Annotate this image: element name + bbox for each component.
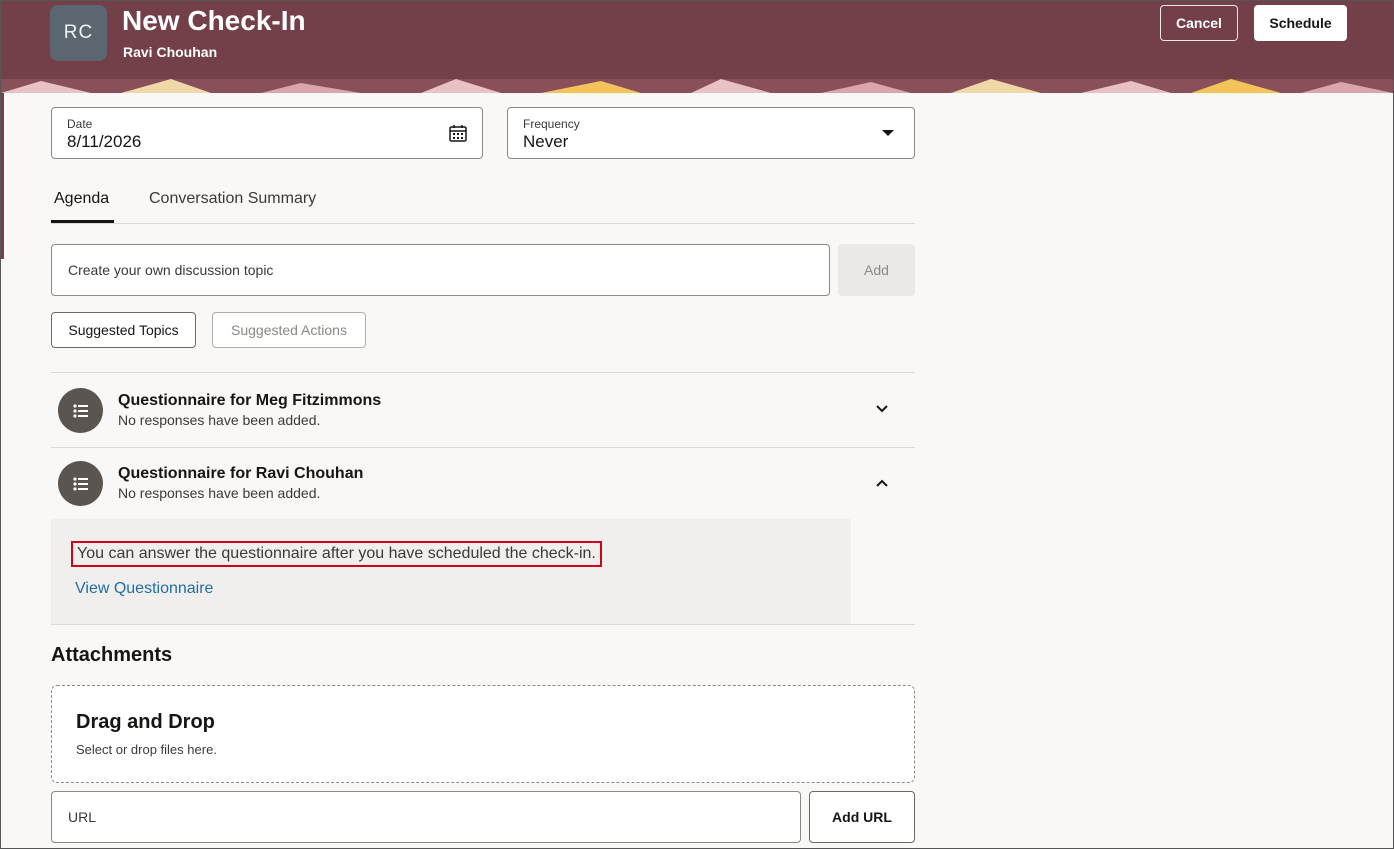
- cancel-button[interactable]: Cancel: [1160, 5, 1238, 41]
- questionnaire-note: You can answer the questionnaire after y…: [71, 541, 602, 567]
- suggested-actions-button[interactable]: Suggested Actions: [212, 312, 366, 348]
- avatar: RC: [50, 5, 107, 61]
- left-rail: [1, 93, 4, 259]
- chevron-down-icon[interactable]: [874, 401, 890, 417]
- caret-down-icon[interactable]: [882, 130, 894, 136]
- discussion-topic-input[interactable]: Create your own discussion topic: [51, 244, 830, 296]
- discussion-topic-placeholder: Create your own discussion topic: [68, 262, 274, 278]
- frequency-label: Frequency: [523, 117, 580, 131]
- schedule-button[interactable]: Schedule: [1254, 5, 1347, 41]
- frequency-value[interactable]: Never: [523, 132, 568, 152]
- add-url-button[interactable]: Add URL: [809, 791, 915, 843]
- tabs-divider: [51, 223, 915, 224]
- url-placeholder: URL: [68, 809, 97, 825]
- suggested-topics-button[interactable]: Suggested Topics: [51, 312, 196, 348]
- frequency-select[interactable]: Frequency Never: [507, 107, 915, 159]
- calendar-icon[interactable]: [448, 123, 468, 143]
- tab-agenda[interactable]: Agenda: [54, 190, 109, 208]
- file-dropzone[interactable]: Drag and Drop Select or drop files here.: [51, 685, 915, 783]
- url-input[interactable]: URL: [51, 791, 801, 843]
- attachments-heading: Attachments: [51, 644, 173, 666]
- questionnaire-title[interactable]: Questionnaire for Meg Fitzimmons: [118, 392, 381, 410]
- list-icon: [58, 388, 103, 433]
- tab-selected-indicator: [51, 220, 114, 223]
- add-topic-button[interactable]: Add: [838, 244, 915, 296]
- dropzone-subtitle: Select or drop files here.: [76, 742, 217, 757]
- page-subtitle: Ravi Chouhan: [123, 44, 218, 60]
- list-icon: [58, 461, 103, 506]
- date-field[interactable]: Date 8/11/2026: [51, 107, 483, 159]
- list-divider: [51, 624, 915, 625]
- tab-conversation-summary[interactable]: Conversation Summary: [149, 190, 316, 208]
- date-value[interactable]: 8/11/2026: [67, 132, 141, 152]
- page-title: New Check-In: [122, 5, 306, 36]
- questionnaire-status: No responses have been added.: [118, 412, 321, 428]
- questionnaire-title[interactable]: Questionnaire for Ravi Chouhan: [118, 465, 363, 483]
- list-divider: [51, 447, 915, 448]
- page-header: RC New Check-In Ravi Chouhan Cancel Sche…: [1, 1, 1393, 93]
- chevron-up-icon[interactable]: [874, 475, 890, 491]
- questionnaire-status: No responses have been added.: [118, 485, 321, 501]
- date-label: Date: [67, 117, 93, 131]
- view-questionnaire-link[interactable]: View Questionnaire: [75, 580, 213, 598]
- list-divider: [51, 372, 915, 373]
- dropzone-title: Drag and Drop: [76, 711, 215, 733]
- header-decoration: [1, 79, 1393, 93]
- questionnaire-details: You can answer the questionnaire after y…: [51, 519, 851, 624]
